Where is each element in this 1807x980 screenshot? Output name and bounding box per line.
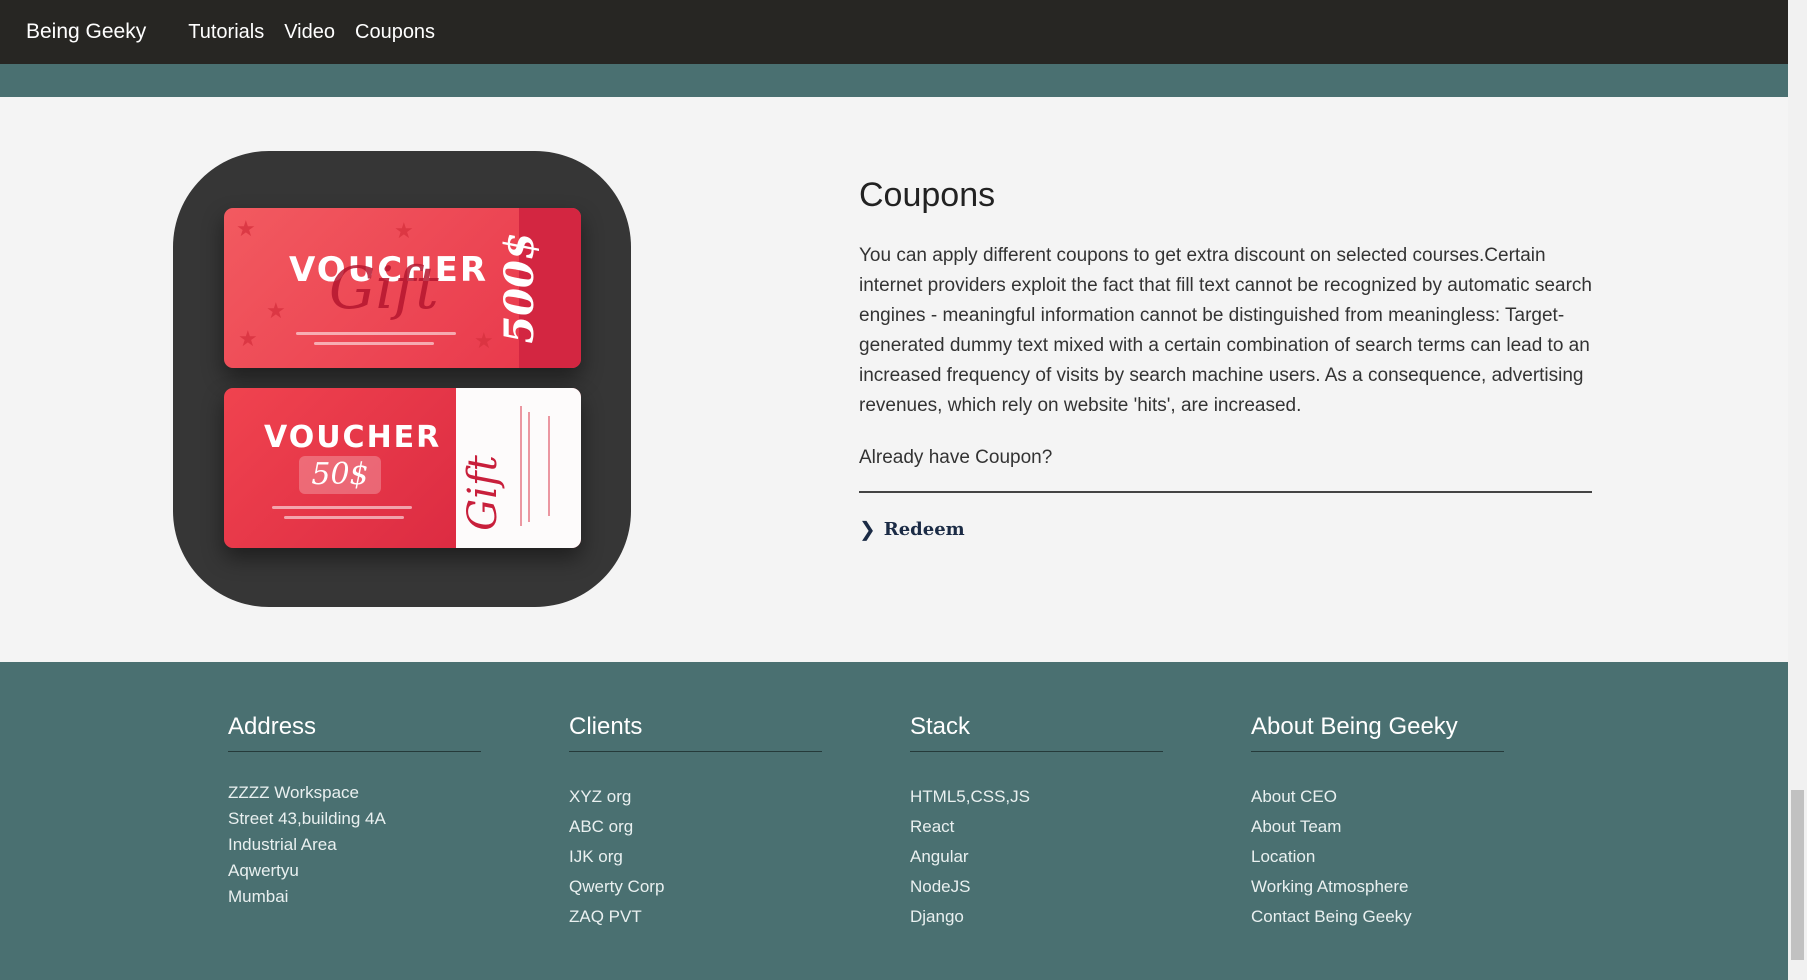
client-link[interactable]: Qwerty Corp <box>569 872 822 902</box>
address-line: Aqwertyu <box>228 861 299 880</box>
about-link[interactable]: About CEO <box>1251 782 1504 812</box>
about-link[interactable]: Location <box>1251 842 1504 872</box>
address-block: ZZZZ Workspace Street 43,building 4A Ind… <box>228 780 481 910</box>
about-link[interactable]: About Team <box>1251 812 1504 842</box>
clients-list: XYZ org ABC org IJK org Qwerty Corp ZAQ … <box>569 782 822 932</box>
about-link[interactable]: Working Atmosphere <box>1251 872 1504 902</box>
chevron-right-icon: ❯ <box>859 517 876 541</box>
footer-clients: Clients XYZ org ABC org IJK org Qwerty C… <box>569 713 822 948</box>
footer: Address ZZZZ Workspace Street 43,buildin… <box>0 662 1788 980</box>
footer-clients-title: Clients <box>569 713 822 752</box>
coupons-description: You can apply different coupons to get e… <box>859 245 1592 416</box>
voucher-top-amount: 500$ <box>495 232 543 344</box>
redeem-link[interactable]: ❯ Redeem <box>859 517 965 541</box>
client-link[interactable]: ZAQ PVT <box>569 902 822 932</box>
footer-about-title: About Being Geeky <box>1251 713 1504 752</box>
footer-address: Address ZZZZ Workspace Street 43,buildin… <box>228 713 481 910</box>
address-line: Industrial Area <box>228 835 337 854</box>
stack-list: HTML5,CSS,JS React Angular NodeJS Django <box>910 782 1163 932</box>
fine-print <box>528 412 530 522</box>
footer-stack: Stack HTML5,CSS,JS React Angular NodeJS … <box>910 713 1163 948</box>
footer-about: About Being Geeky About CEO About Team L… <box>1251 713 1504 948</box>
brand-link[interactable]: Being Geeky <box>26 20 146 44</box>
about-list: About CEO About Team Location Working At… <box>1251 782 1504 932</box>
star-icon: ★ <box>474 328 494 353</box>
scrollbar-thumb[interactable] <box>1791 790 1804 960</box>
stack-link[interactable]: Django <box>910 902 1163 932</box>
voucher-illustration: ★ ★ ★ ★ ★ VOUCHER Gift 500$ VOUCHER 50$ … <box>173 151 631 607</box>
voucher-bottom-amount: 50$ <box>299 456 381 494</box>
footer-address-title: Address <box>228 713 481 752</box>
redeem-label: Redeem <box>883 518 965 540</box>
voucher-top-stub: 500$ <box>496 208 581 368</box>
star-icon: ★ <box>266 298 286 323</box>
stack-link[interactable]: React <box>910 812 1163 842</box>
page-title: Coupons <box>859 176 996 214</box>
stack-link[interactable]: NodeJS <box>910 872 1163 902</box>
footer-stack-title: Stack <box>910 713 1163 752</box>
coupons-section: Coupons You can apply different coupons … <box>859 176 1592 541</box>
star-icon: ★ <box>238 326 258 351</box>
stack-link[interactable]: HTML5,CSS,JS <box>910 782 1163 812</box>
client-link[interactable]: ABC org <box>569 812 822 842</box>
voucher-bottom-title: VOUCHER <box>264 420 442 455</box>
address-line: Mumbai <box>228 887 289 906</box>
address-line: Street 43,building 4A <box>228 809 386 828</box>
fine-print <box>284 516 404 519</box>
navbar: Being Geeky Tutorials Video Coupons <box>0 0 1788 64</box>
nav-link-tutorials[interactable]: Tutorials <box>188 21 264 44</box>
nav-link-coupons[interactable]: Coupons <box>355 21 435 44</box>
about-link[interactable]: Contact Being Geeky <box>1251 902 1504 932</box>
fine-print <box>548 416 550 516</box>
voucher-bottom: VOUCHER 50$ Gift <box>224 388 581 548</box>
header-band <box>0 64 1788 97</box>
fine-print <box>272 506 412 509</box>
fine-print <box>314 342 434 345</box>
fine-print <box>296 332 456 335</box>
nav-link-video[interactable]: Video <box>284 21 335 44</box>
coupon-question: Already have Coupon? <box>859 447 1053 468</box>
client-link[interactable]: IJK org <box>569 842 822 872</box>
client-link[interactable]: XYZ org <box>569 782 822 812</box>
voucher-top: ★ ★ ★ ★ ★ VOUCHER Gift 500$ <box>224 208 581 368</box>
divider <box>859 491 1592 493</box>
star-icon: ★ <box>236 216 256 241</box>
scrollbar[interactable] <box>1788 0 1807 980</box>
voucher-bottom-script: Gift <box>460 455 507 531</box>
page: Being Geeky Tutorials Video Coupons ★ ★ … <box>0 0 1788 980</box>
voucher-top-script: Gift <box>329 254 439 322</box>
stack-link[interactable]: Angular <box>910 842 1163 872</box>
address-line: ZZZZ Workspace <box>228 783 359 802</box>
star-icon: ★ <box>394 218 414 243</box>
fine-print <box>520 406 522 526</box>
